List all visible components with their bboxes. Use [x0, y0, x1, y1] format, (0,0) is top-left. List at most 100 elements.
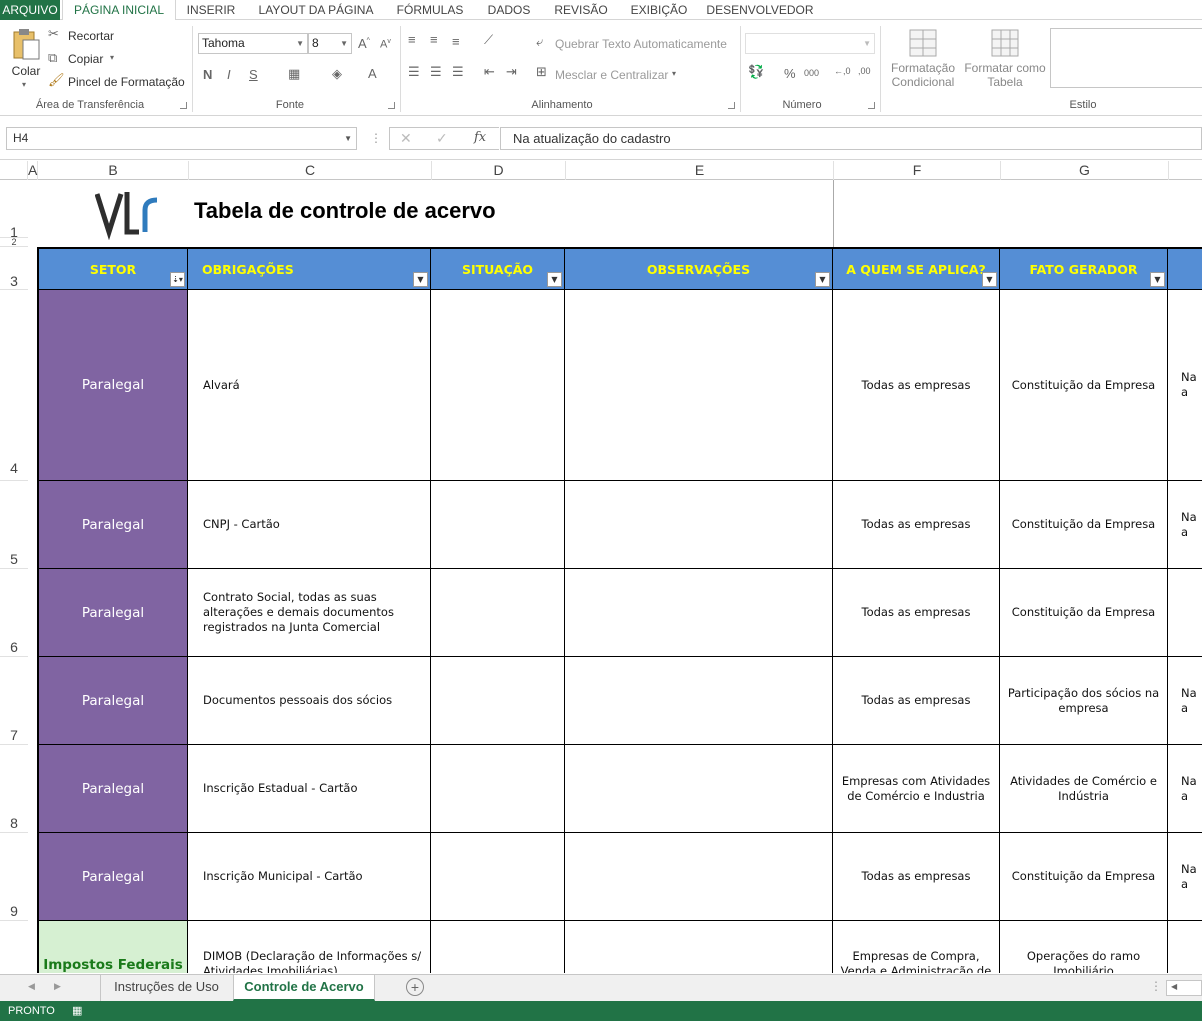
macro-record-icon[interactable]: ▦	[72, 1001, 82, 1021]
cell-observacoes[interactable]	[565, 921, 833, 973]
header-fato-gerador[interactable]: FATO GERADOR ▼	[1000, 247, 1168, 290]
tab-pagina-inicial[interactable]: PÁGINA INICIAL	[62, 0, 176, 21]
row-header-2[interactable]: 2	[0, 238, 28, 247]
currency-icon[interactable]: 💱	[748, 64, 764, 80]
cell-h[interactable]	[1168, 921, 1202, 973]
align-top-icon[interactable]: ≡	[408, 32, 416, 47]
cell-aplica[interactable]: Todas as empresas	[833, 569, 1000, 657]
decrease-decimal-icon[interactable]: ,00	[858, 66, 871, 76]
cell-styles-gallery[interactable]	[1050, 28, 1202, 88]
column-header-e[interactable]: E	[566, 161, 834, 180]
cell-h[interactable]: Na a	[1168, 833, 1202, 921]
paste-button[interactable]: Colar ▾	[6, 28, 46, 96]
header-setor[interactable]: SETOR ⇣▾	[37, 247, 188, 290]
header-situacao[interactable]: SITUAÇÃO ▼	[431, 247, 565, 290]
cell-observacoes[interactable]	[565, 569, 833, 657]
cell-setor[interactable]: Paralegal	[37, 569, 188, 657]
grow-font-icon[interactable]: A^	[358, 36, 370, 51]
cell-obrigacao[interactable]: Alvará	[188, 290, 431, 481]
cell-aplica[interactable]: Todas as empresas	[833, 833, 1000, 921]
cell-fato-gerador[interactable]: Participação dos sócios na empresa	[1000, 657, 1168, 745]
cell-observacoes[interactable]	[565, 481, 833, 569]
scroll-right-icon[interactable]: ▶	[54, 981, 61, 992]
shrink-font-icon[interactable]: Av	[380, 38, 391, 51]
font-size-combo[interactable]: 8 ▼	[308, 33, 352, 54]
column-header-d[interactable]: D	[432, 161, 566, 180]
cell-obrigacao[interactable]: DIMOB (Declaração de Informações s/ Ativ…	[188, 921, 431, 973]
filter-dropdown-icon[interactable]: ▼	[1150, 272, 1165, 287]
tab-revisao[interactable]: REVISÃO	[548, 0, 614, 20]
cell-obrigacao[interactable]: Documentos pessoais dos sócios	[188, 657, 431, 745]
horizontal-scrollbar[interactable]: ◀	[1166, 980, 1202, 996]
align-right-icon[interactable]: ☰	[452, 64, 464, 80]
cell-fato-gerador[interactable]: Operações do ramo Imobiliário	[1000, 921, 1168, 973]
filter-dropdown-icon[interactable]: ▼	[547, 272, 562, 287]
cell-fato-gerador[interactable]: Constituição da Empresa	[1000, 481, 1168, 569]
cell-fato-gerador[interactable]: Constituição da Empresa	[1000, 290, 1168, 481]
cell-situacao[interactable]	[431, 921, 565, 973]
tab-layout-da-pagina[interactable]: LAYOUT DA PÁGINA	[250, 0, 382, 20]
column-header-g[interactable]: G	[1001, 161, 1169, 180]
select-all-corner[interactable]	[0, 161, 28, 180]
cell-setor[interactable]: Paralegal	[37, 745, 188, 833]
increase-decimal-icon[interactable]: ←,0	[834, 66, 851, 76]
sort-filter-icon[interactable]: ⇣▾	[170, 272, 185, 287]
thousands-button[interactable]: 000	[804, 68, 819, 78]
tab-desenvolvedor[interactable]: DESENVOLVEDOR	[704, 0, 816, 20]
cell-obrigacao[interactable]: CNPJ - Cartão	[188, 481, 431, 569]
percent-button[interactable]: %	[784, 66, 796, 81]
scroll-left-icon[interactable]: ◀	[1171, 982, 1177, 991]
cell-setor[interactable]: Paralegal	[37, 657, 188, 745]
cell-observacoes[interactable]	[565, 745, 833, 833]
cell-aplica[interactable]: Todas as empresas	[833, 657, 1000, 745]
tab-inserir[interactable]: INSERIR	[180, 0, 242, 20]
cell-h[interactable]: Na a	[1168, 290, 1202, 481]
number-format-combo[interactable]: ▼	[745, 33, 875, 54]
column-header-a[interactable]: A	[28, 161, 38, 180]
alignment-launcher-icon[interactable]	[728, 102, 735, 109]
header-next[interactable]	[1168, 247, 1202, 290]
cell-aplica[interactable]: Todas as empresas	[833, 481, 1000, 569]
column-header-b[interactable]: B	[38, 161, 189, 180]
cell-aplica[interactable]: Empresas de Compra, Venda e Administraçã…	[833, 921, 1000, 973]
cell-setor[interactable]: Paralegal	[37, 481, 188, 569]
filter-dropdown-icon[interactable]: ▼	[413, 272, 428, 287]
row-header-6[interactable]: 6	[0, 569, 28, 657]
cell-h[interactable]	[1168, 569, 1202, 657]
insert-function-icon[interactable]: fx	[474, 130, 486, 145]
decrease-indent-icon[interactable]: ⇤	[484, 64, 495, 80]
cell-h[interactable]: Na a	[1168, 481, 1202, 569]
cell-setor[interactable]: Impostos Federais	[37, 921, 188, 973]
cell-situacao[interactable]	[431, 657, 565, 745]
header-a-quem-se-aplica[interactable]: A QUEM SE APLICA? ▼	[833, 247, 1000, 290]
number-launcher-icon[interactable]	[868, 102, 875, 109]
conditional-formatting-button[interactable]: Formatação Condicional	[884, 26, 962, 96]
borders-icon[interactable]: ▦	[288, 66, 300, 82]
row-header-8[interactable]: 8	[0, 745, 28, 833]
orientation-icon[interactable]: ⟋	[484, 32, 493, 48]
format-as-table-button[interactable]: Formatar como Tabela	[962, 26, 1048, 96]
tab-formulas[interactable]: FÓRMULAS	[390, 0, 470, 20]
align-bottom-icon[interactable]: ≡	[452, 34, 460, 49]
cancel-icon[interactable]: ✕	[400, 130, 412, 147]
cell-obrigacao[interactable]: Inscrição Municipal - Cartão	[188, 833, 431, 921]
cell-fato-gerador[interactable]: Constituição da Empresa	[1000, 833, 1168, 921]
header-observacoes[interactable]: OBSERVAÇÕES ▼	[565, 247, 833, 290]
scroll-left-icon[interactable]: ◀	[28, 981, 35, 992]
name-box[interactable]: H4 ▼	[6, 127, 357, 150]
underline-button[interactable]: S	[249, 67, 258, 82]
formula-input[interactable]: Na atualização do cadastro	[500, 127, 1202, 150]
tab-arquivo[interactable]: ARQUIVO	[0, 0, 60, 20]
fill-color-icon[interactable]: ◈	[332, 66, 342, 82]
cell-observacoes[interactable]	[565, 833, 833, 921]
format-painter-button[interactable]: Pincel de Formatação	[68, 75, 185, 89]
row-header-5[interactable]: 5	[0, 481, 28, 569]
cell-h[interactable]: Na a	[1168, 657, 1202, 745]
cell-setor[interactable]: Paralegal	[37, 290, 188, 481]
cut-button[interactable]: Recortar	[68, 29, 114, 43]
cell-fato-gerador[interactable]: Constituição da Empresa	[1000, 569, 1168, 657]
row-header-4[interactable]: 4	[0, 290, 28, 481]
cell-obrigacao[interactable]: Inscrição Estadual - Cartão	[188, 745, 431, 833]
row-header-7[interactable]: 7	[0, 657, 28, 745]
filter-dropdown-icon[interactable]: ▼	[815, 272, 830, 287]
